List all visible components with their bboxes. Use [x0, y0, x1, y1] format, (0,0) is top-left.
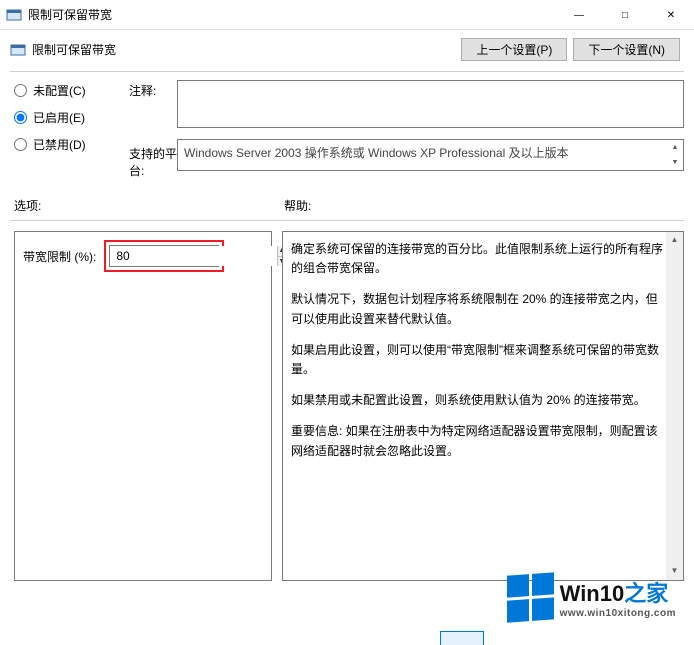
next-setting-label: 下一个设置(N) [588, 41, 665, 58]
platform-value: Windows Server 2003 操作系统或 Windows XP Pro… [184, 146, 569, 160]
options-panel: 带宽限制 (%): ▲ ▼ [14, 231, 272, 581]
section-labels: 选项: 帮助: [0, 179, 694, 218]
help-paragraph: 如果禁用或未配置此设置，则系统使用默认值为 20% 的连接带宽。 [291, 391, 663, 410]
previous-setting-label: 上一个设置(P) [476, 41, 552, 58]
watermark: Win10之家 www.win10xitong.com [507, 574, 676, 621]
state-radio-group: 未配置(C) 已启用(E) 已禁用(D) [14, 80, 129, 153]
radio-not-configured[interactable]: 未配置(C) [14, 82, 129, 99]
comment-textarea[interactable] [177, 80, 684, 128]
scroll-track[interactable] [666, 249, 683, 563]
partial-button[interactable] [440, 631, 484, 645]
radio-disabled[interactable]: 已禁用(D) [14, 136, 129, 153]
bandwidth-limit-input[interactable] [110, 246, 277, 266]
policy-title: 限制可保留带宽 [32, 41, 461, 58]
help-panel: 确定系统可保留的连接带宽的百分比。此值限制系统上运行的所有程序的组合带宽保留。 … [282, 231, 684, 581]
help-paragraph: 默认情况下，数据包计划程序将系统限制在 20% 的连接带宽之内，但可以使用此设置… [291, 290, 663, 328]
scroll-down-icon[interactable]: ▼ [666, 563, 683, 580]
watermark-brand-suffix: 之家 [624, 581, 668, 606]
bandwidth-limit-highlight: ▲ ▼ [104, 240, 224, 272]
scroll-down-icon[interactable]: ▼ [667, 155, 683, 170]
comment-field-wrap [177, 80, 684, 131]
radio-disabled-label: 已禁用(D) [33, 136, 86, 153]
previous-setting-button[interactable]: 上一个设置(P) [461, 38, 567, 61]
help-scrollbar[interactable]: ▲ ▼ [666, 232, 683, 580]
maximize-button[interactable]: □ [602, 0, 648, 30]
radio-disabled-input[interactable] [14, 138, 27, 151]
radio-enabled-input[interactable] [14, 111, 27, 124]
options-section-label: 选项: [14, 197, 284, 214]
radio-not-configured-label: 未配置(C) [33, 82, 86, 99]
watermark-brand-prefix: Win10 [560, 581, 625, 606]
config-area: 未配置(C) 已启用(E) 已禁用(D) 注释: 支持的平台: Windows … [0, 72, 694, 179]
bandwidth-limit-row: 带宽限制 (%): ▲ ▼ [23, 240, 263, 272]
radio-enabled-label: 已启用(E) [33, 109, 85, 126]
minimize-button[interactable]: — [556, 0, 602, 30]
platform-label: 支持的平台: [129, 139, 177, 179]
lower-panels: 带宽限制 (%): ▲ ▼ 确定系统可保留的连接带宽的百分比。此值限制系统上运行… [0, 221, 694, 581]
help-paragraph: 重要信息: 如果在注册表中为特定网络适配器设置带宽限制，则配置该网络适配器时就会… [291, 422, 663, 460]
window-title: 限制可保留带宽 [28, 6, 556, 23]
policy-icon [10, 42, 26, 58]
platform-field-wrap: Windows Server 2003 操作系统或 Windows XP Pro… [177, 139, 684, 171]
scroll-up-icon[interactable]: ▲ [667, 140, 683, 155]
platform-field: Windows Server 2003 操作系统或 Windows XP Pro… [177, 139, 684, 171]
window-controls: — □ ✕ [556, 0, 694, 29]
scroll-up-icon[interactable]: ▲ [666, 232, 683, 249]
radio-not-configured-input[interactable] [14, 84, 27, 97]
nav-buttons: 上一个设置(P) 下一个设置(N) [461, 38, 680, 61]
app-icon [6, 7, 22, 23]
help-section-label: 帮助: [284, 197, 684, 214]
watermark-text: Win10之家 www.win10xitong.com [560, 576, 676, 619]
bandwidth-limit-label: 带宽限制 (%): [23, 248, 96, 265]
subheader: 限制可保留带宽 上一个设置(P) 下一个设置(N) [0, 30, 694, 67]
platform-scroll[interactable]: ▲ ▼ [667, 140, 683, 170]
titlebar: 限制可保留带宽 — □ ✕ [0, 0, 694, 30]
next-setting-button[interactable]: 下一个设置(N) [573, 38, 680, 61]
help-paragraph: 确定系统可保留的连接带宽的百分比。此值限制系统上运行的所有程序的组合带宽保留。 [291, 240, 663, 278]
watermark-url: www.win10xitong.com [560, 608, 676, 619]
radio-enabled[interactable]: 已启用(E) [14, 109, 129, 126]
help-paragraph: 如果启用此设置，则可以使用“带宽限制”框来调整系统可保留的带宽数量。 [291, 341, 663, 379]
close-button[interactable]: ✕ [648, 0, 694, 30]
bandwidth-limit-spinner[interactable]: ▲ ▼ [109, 245, 219, 267]
comment-label: 注释: [129, 80, 177, 99]
